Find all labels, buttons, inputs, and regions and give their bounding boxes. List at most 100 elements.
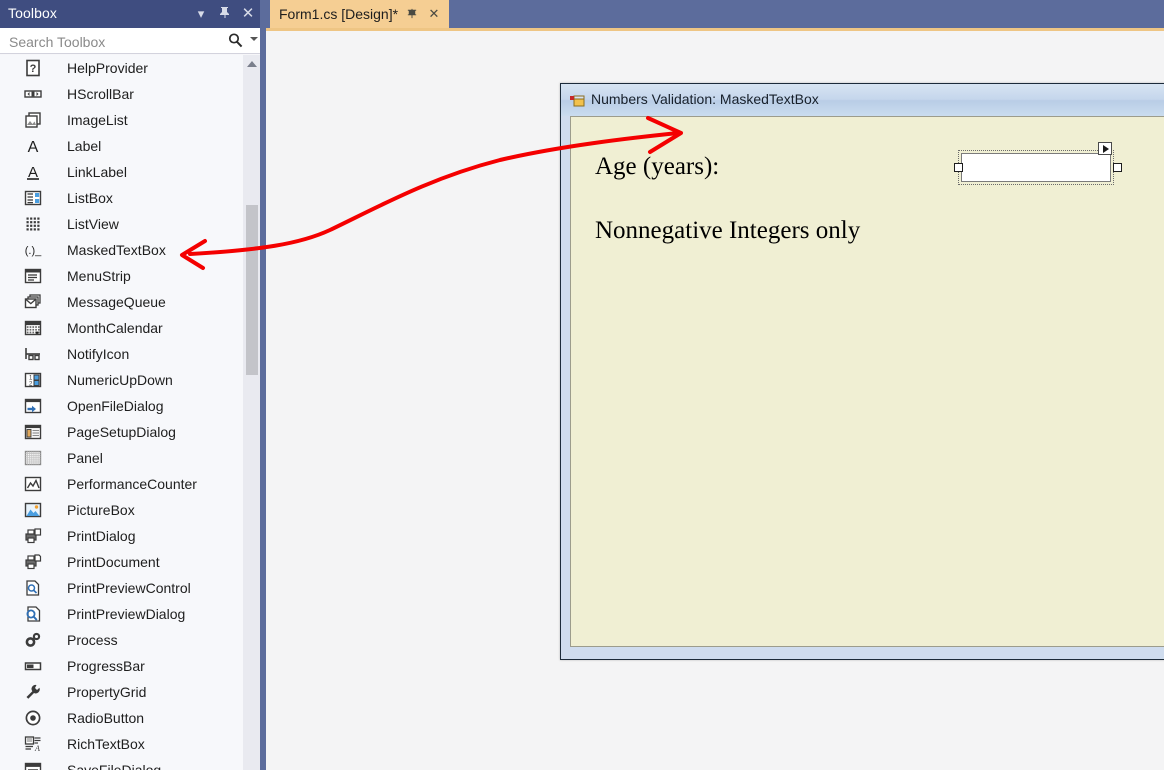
svg-text:A: A (34, 744, 40, 753)
toolbox-item-printpreviewdialog[interactable]: PrintPreviewDialog (0, 601, 243, 627)
tab-pin-icon-svg (407, 8, 416, 19)
toolbox-item-label: NumericUpDown (67, 372, 173, 388)
listbox-icon-svg (24, 190, 42, 206)
toolbox-item-label: Label (67, 138, 102, 154)
listview-icon-svg (26, 217, 40, 231)
messagequeue-icon-svg (24, 294, 41, 309)
toolbox-item-hscrollbar[interactable]: HScrollBar (0, 81, 243, 107)
menustrip-icon (24, 267, 42, 285)
savefiledialog-icon-svg (24, 762, 42, 770)
pagesetupdialog-icon (24, 423, 42, 441)
toolbox-item-list[interactable]: ? HelpProvider HScrollBar ImageList A Label A L… (0, 55, 243, 770)
picturebox-icon-svg (24, 502, 42, 518)
resize-handle-right[interactable] (1113, 163, 1122, 172)
form-client-area[interactable]: Age (years): Nonnegative Integers only (570, 116, 1164, 647)
form-designer-surface[interactable]: Numbers Validation: MaskedTextBox ✕ Age … (266, 30, 1164, 770)
radiobutton-icon-svg (25, 710, 41, 726)
toolbox-item-maskedtextbox[interactable]: (.)_ MaskedTextBox (0, 237, 243, 263)
toolbox-item-panel[interactable]: Panel (0, 445, 243, 471)
svg-text:A: A (28, 139, 39, 155)
toolbox-item-label: Panel (67, 450, 103, 466)
toolbox-item-printdocument[interactable]: PrintDocument (0, 549, 243, 575)
toolbox-item-picturebox[interactable]: PictureBox (0, 497, 243, 523)
toolbox-item-radiobutton[interactable]: RadioButton (0, 705, 243, 731)
label-nonnegative-note: Nonnegative Integers only (595, 217, 861, 244)
toolbox-item-notifyicon[interactable]: NotifyIcon (0, 341, 243, 367)
toolbox-item-listview[interactable]: ListView (0, 211, 243, 237)
help-provider-icon: ? (24, 59, 42, 77)
toolbox-item-richtextbox[interactable]: A RichTextBox (0, 731, 243, 757)
toolbox-item-label: RichTextBox (67, 736, 145, 752)
windows-form-preview[interactable]: Numbers Validation: MaskedTextBox ✕ Age … (560, 83, 1164, 660)
toolbox-item-performancecounter[interactable]: PerformanceCounter (0, 471, 243, 497)
toolbox-item-messagequeue[interactable]: MessageQueue (0, 289, 243, 315)
toolbox-item-label: MonthCalendar (67, 320, 163, 336)
openfiledialog-icon (24, 397, 42, 415)
process-icon-svg (25, 632, 41, 647)
listview-icon (24, 215, 42, 233)
pin-icon[interactable] (215, 4, 233, 23)
toolbox-item-propertygrid[interactable]: PropertyGrid (0, 679, 243, 705)
form-designer-icon (569, 92, 585, 108)
smart-tag-button[interactable] (1098, 142, 1112, 155)
richtextbox-icon: A (24, 735, 42, 753)
form-titlebar: Numbers Validation: MaskedTextBox ✕ (561, 84, 1164, 116)
printdocument-icon (24, 553, 42, 571)
toolbox-item-label: LinkLabel (67, 164, 127, 180)
resize-handle-left[interactable] (954, 163, 963, 172)
toolbox-item-helpprovider[interactable]: ? HelpProvider (0, 55, 243, 81)
chevron-down-icon[interactable]: ▾ (192, 4, 210, 23)
monthcalendar-icon-svg (24, 320, 42, 336)
linklabel-icon: A (24, 163, 42, 181)
toolbox-item-pagesetupdialog[interactable]: PageSetupDialog (0, 419, 243, 445)
search-dropdown-icon[interactable] (250, 37, 258, 41)
toolbox-item-menustrip[interactable]: MenuStrip (0, 263, 243, 289)
toolbox-panel: Toolbox ▾ ✕ ? HelpProvider HScrollBar Image… (0, 0, 266, 770)
scroll-up-arrow-icon[interactable] (243, 55, 260, 72)
pin-icon-svg (219, 7, 229, 18)
printdocument-icon-svg (25, 554, 42, 570)
toolbox-item-numericupdown[interactable]: 1 2 NumericUpDown (0, 367, 243, 393)
svg-text:?: ? (30, 63, 37, 75)
panel-icon (24, 449, 42, 467)
scrollbar-thumb[interactable] (246, 205, 258, 375)
toolbox-item-label: ListView (67, 216, 119, 232)
toolbox-item-label: PrintDialog (67, 528, 136, 544)
toolbox-titlebar: Toolbox ▾ ✕ (0, 0, 266, 28)
visual-studio-window: Toolbox ▾ ✕ ? HelpProvider HScrollBar Image… (0, 0, 1164, 770)
tab-label: Form1.cs [Design]* (279, 6, 399, 22)
toolbox-item-listbox[interactable]: ListBox (0, 185, 243, 211)
performancecounter-icon-svg (24, 476, 42, 492)
toolbox-item-imagelist[interactable]: ImageList (0, 107, 243, 133)
panel-icon-svg (24, 450, 42, 466)
toolbox-item-label: Process (67, 632, 118, 648)
toolbox-item-process[interactable]: Process (0, 627, 243, 653)
toolbox-item-label: ImageList (67, 112, 128, 128)
maskedtextbox-input[interactable] (961, 153, 1111, 182)
toolbox-item-label: OpenFileDialog (67, 398, 164, 414)
toolbox-item-printpreviewcontrol[interactable]: PrintPreviewControl (0, 575, 243, 601)
tab-close-icon[interactable]: ✕ (425, 0, 443, 28)
toolbox-item-monthcalendar[interactable]: MonthCalendar (0, 315, 243, 341)
label-age-years: Age (years): (595, 153, 720, 180)
form-title-label: Numbers Validation: MaskedTextBox (591, 91, 819, 107)
toolbox-scrollbar[interactable] (243, 55, 260, 770)
toolbox-item-openfiledialog[interactable]: OpenFileDialog (0, 393, 243, 419)
editor-tab-strip: Form1.cs [Design]* ✕ (266, 0, 1164, 30)
search-input[interactable] (7, 31, 211, 53)
toolbox-item-label: PrintDocument (67, 554, 160, 570)
maskedtextbox-control[interactable] (954, 142, 1122, 190)
toolbox-item-progressbar[interactable]: ProgressBar (0, 653, 243, 679)
close-icon[interactable]: ✕ (239, 4, 257, 23)
search-icon[interactable] (227, 32, 244, 49)
help-provider-icon-svg: ? (26, 59, 40, 77)
tab-pin-icon[interactable] (403, 0, 421, 28)
toolbox-item-linklabel[interactable]: A LinkLabel (0, 159, 243, 185)
printpreviewcontrol-icon-svg (26, 580, 40, 596)
toolbox-item-savefiledialog[interactable]: SaveFileDialog (0, 757, 243, 770)
tab-form1-design[interactable]: Form1.cs [Design]* ✕ (270, 0, 449, 28)
notifyicon-icon (24, 345, 42, 363)
savefiledialog-icon (24, 761, 42, 770)
toolbox-item-label[interactable]: A Label (0, 133, 243, 159)
toolbox-item-printdialog[interactable]: PrintDialog (0, 523, 243, 549)
